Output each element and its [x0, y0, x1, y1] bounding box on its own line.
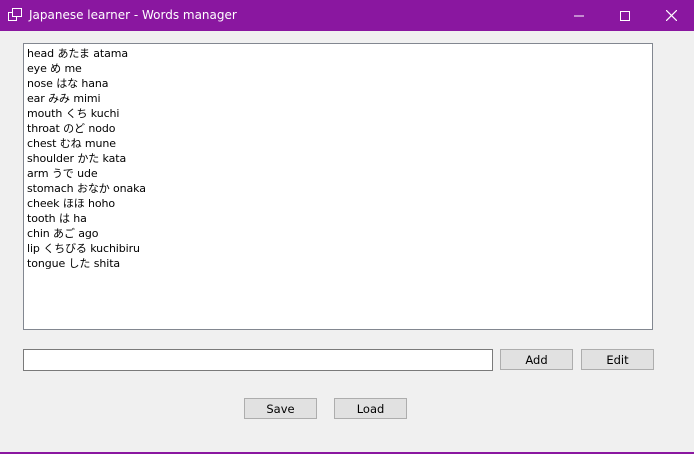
list-item[interactable]: ear みみ mimi	[27, 91, 146, 106]
words-listbox[interactable]: head あたま atama eye め me nose はな hana ear みみ…	[23, 43, 653, 330]
list-item[interactable]: nose はな hana	[27, 76, 146, 91]
list-item[interactable]: tooth は ha	[27, 211, 146, 226]
list-item[interactable]: eye め me	[27, 61, 146, 76]
list-item[interactable]: arm うで ude	[27, 166, 146, 181]
list-item[interactable]: chin あご ago	[27, 226, 146, 241]
list-item[interactable]: mouth くち kuchi	[27, 106, 146, 121]
minimize-icon	[574, 15, 584, 16]
close-icon	[665, 10, 677, 21]
list-item[interactable]: stomach おなか onaka	[27, 181, 146, 196]
list-item[interactable]: chest むね mune	[27, 136, 146, 151]
list-item[interactable]: head あたま atama	[27, 46, 146, 61]
edit-button[interactable]: Edit	[581, 349, 654, 370]
save-button[interactable]: Save	[244, 398, 317, 419]
close-button[interactable]	[648, 0, 694, 31]
title-bar[interactable]: Japanese learner - Words manager	[0, 0, 694, 31]
add-button[interactable]: Add	[500, 349, 573, 370]
list-item[interactable]: cheek ほほ hoho	[27, 196, 146, 211]
words-list: head あたま atama eye め me nose はな hana ear みみ…	[27, 46, 146, 271]
maximize-button[interactable]	[602, 0, 648, 31]
app-icon[interactable]	[8, 8, 22, 21]
load-button[interactable]: Load	[334, 398, 407, 419]
list-item[interactable]: throat のど nodo	[27, 121, 146, 136]
window-title: Japanese learner - Words manager	[29, 8, 237, 22]
word-input-box[interactable]	[23, 349, 493, 371]
minimize-button[interactable]	[556, 0, 602, 31]
list-item[interactable]: lip くちびる kuchibiru	[27, 241, 146, 256]
maximize-icon	[620, 10, 630, 21]
list-item[interactable]: shoulder かた kata	[27, 151, 146, 166]
word-input[interactable]	[24, 350, 492, 370]
list-item[interactable]: tongue した shita	[27, 256, 146, 271]
